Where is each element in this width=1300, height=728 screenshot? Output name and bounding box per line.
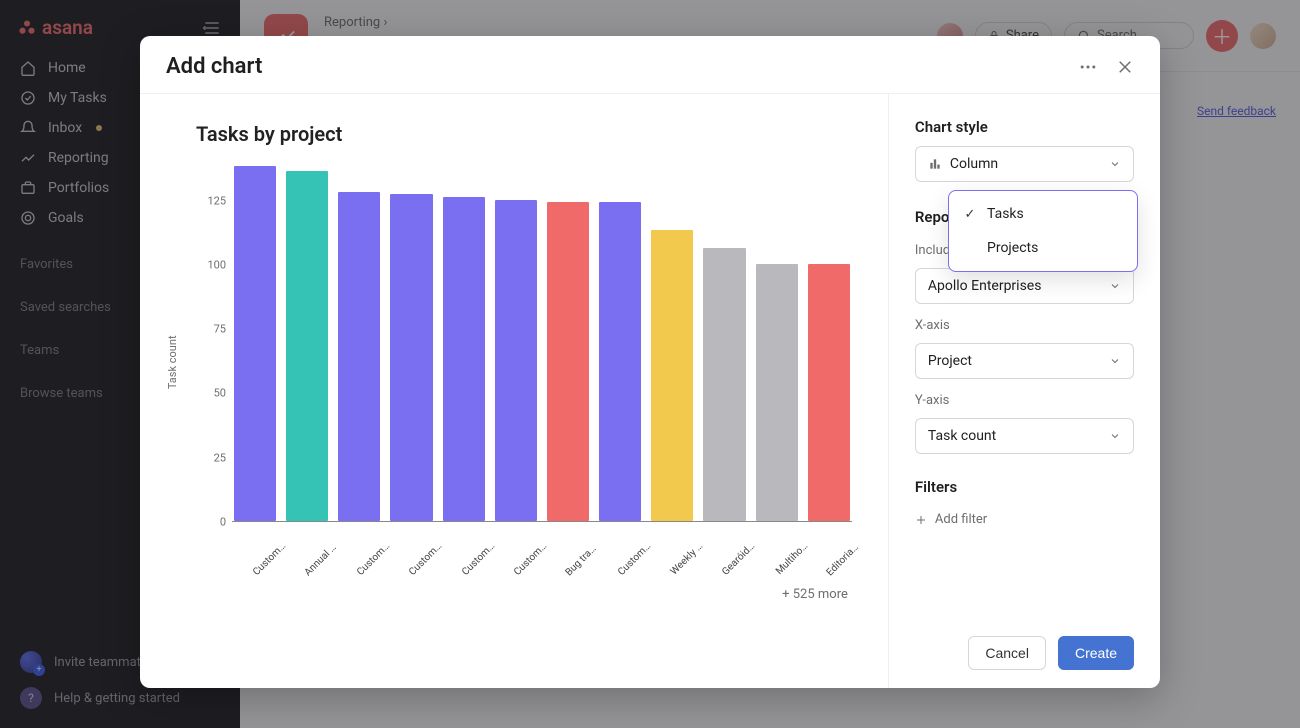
x-axis-label: X-axis <box>915 318 1134 333</box>
chart-style-value: Column <box>950 156 998 172</box>
x-tick-label: Custom… <box>251 541 289 579</box>
modal-title: Add chart <box>166 54 262 79</box>
chart-bar[interactable] <box>443 197 485 521</box>
chevron-down-icon <box>1109 430 1121 442</box>
y-axis-ticks: 0255075100125 <box>196 162 232 522</box>
x-tick-label: Custom… <box>459 541 497 579</box>
chart-preview-panel: Tasks by project Task count 0 25 50 75 100 12… <box>140 94 888 688</box>
dropdown-option-label: Tasks <box>987 206 1024 222</box>
chart-bar[interactable] <box>703 248 745 521</box>
chart-style-label: Chart style <box>915 118 1134 136</box>
x-axis-labels: Custom…Annual s…Custom…Custom…Custom…Cus… <box>232 522 852 539</box>
modal-body: Tasks by project Task count 0 25 50 75 100 12… <box>140 93 1160 688</box>
column-chart-icon <box>928 157 942 171</box>
chart-title: Tasks by project <box>196 122 852 146</box>
x-axis-value: Project <box>928 353 972 369</box>
x-tick-label: Custom… <box>407 541 445 579</box>
y-axis-value: Task count <box>928 428 996 444</box>
chart-more-label: + 525 more <box>232 587 852 602</box>
dropdown-option-label: Projects <box>987 240 1038 256</box>
check-icon: ✓ <box>963 207 977 222</box>
chevron-down-icon <box>1109 355 1121 367</box>
chart-bar[interactable] <box>338 192 380 521</box>
x-tick-label: Custom… <box>511 541 549 579</box>
chart-bar[interactable] <box>234 166 276 521</box>
y-tick: 25 <box>214 451 226 464</box>
x-axis-select[interactable]: Project <box>915 343 1134 379</box>
chevron-down-icon <box>1109 280 1121 292</box>
plus-icon <box>915 514 927 526</box>
y-axis-select[interactable]: Task count <box>915 418 1134 454</box>
add-chart-modal: Add chart Tasks by project Task count 0 2… <box>140 36 1160 688</box>
chart-style-select[interactable]: Column <box>915 146 1134 182</box>
cancel-button[interactable]: Cancel <box>968 636 1046 670</box>
x-tick-label: Custom… <box>355 541 393 579</box>
chart-bar[interactable] <box>756 264 798 521</box>
dropdown-option-tasks[interactable]: ✓ Tasks <box>949 197 1137 231</box>
create-button[interactable]: Create <box>1058 636 1134 670</box>
chart-plot: 0255075100125 Custom…Annual s…Custom…Cus… <box>196 162 852 670</box>
x-tick-label: Weekly … <box>668 541 706 579</box>
y-tick: 100 <box>207 258 226 271</box>
chart-bar[interactable] <box>390 194 432 521</box>
include-from-value: Apollo Enterprises <box>928 278 1042 294</box>
x-tick-label: Gearóid… <box>720 541 758 579</box>
modal-close-icon[interactable] <box>1116 58 1134 76</box>
add-filter-button[interactable]: Add filter <box>915 512 1134 527</box>
x-tick-label: Editorial … <box>824 541 862 579</box>
chart-bar[interactable] <box>808 264 850 521</box>
chart-bar[interactable] <box>651 230 693 521</box>
chevron-down-icon <box>1109 158 1121 170</box>
y-axis-label: Task count <box>166 335 179 389</box>
chart-config-panel: Chart style Column Report on Tasks ✓ <box>888 94 1160 688</box>
filters-label: Filters <box>915 478 1134 496</box>
chart-bar[interactable] <box>547 202 589 521</box>
modal-more-icon[interactable] <box>1078 57 1098 77</box>
chart-bars <box>232 162 852 522</box>
y-tick: 75 <box>214 323 226 336</box>
modal-footer: Cancel Create <box>915 622 1134 676</box>
chart-bar[interactable] <box>599 202 641 521</box>
y-tick: 0 <box>220 516 226 529</box>
dropdown-option-projects[interactable]: Projects <box>949 231 1137 265</box>
y-tick: 125 <box>207 194 226 207</box>
x-tick-label: Bug trac… <box>564 541 602 579</box>
chart-bar[interactable] <box>495 200 537 521</box>
include-from-select[interactable]: Apollo Enterprises <box>915 268 1134 304</box>
x-tick-label: Multiho… <box>772 541 810 579</box>
y-tick: 50 <box>214 387 226 400</box>
x-tick-label: Custom… <box>616 541 654 579</box>
add-filter-label: Add filter <box>935 512 987 527</box>
y-axis-label: Y-axis <box>915 393 1134 408</box>
chart-area: Task count 0255075100125 Custom…Annual s… <box>196 162 852 670</box>
x-tick-label: Annual s… <box>303 541 341 579</box>
report-on-dropdown: ✓ Tasks Projects <box>948 190 1138 272</box>
modal-header: Add chart <box>140 36 1160 93</box>
chart-bar[interactable] <box>286 171 328 521</box>
